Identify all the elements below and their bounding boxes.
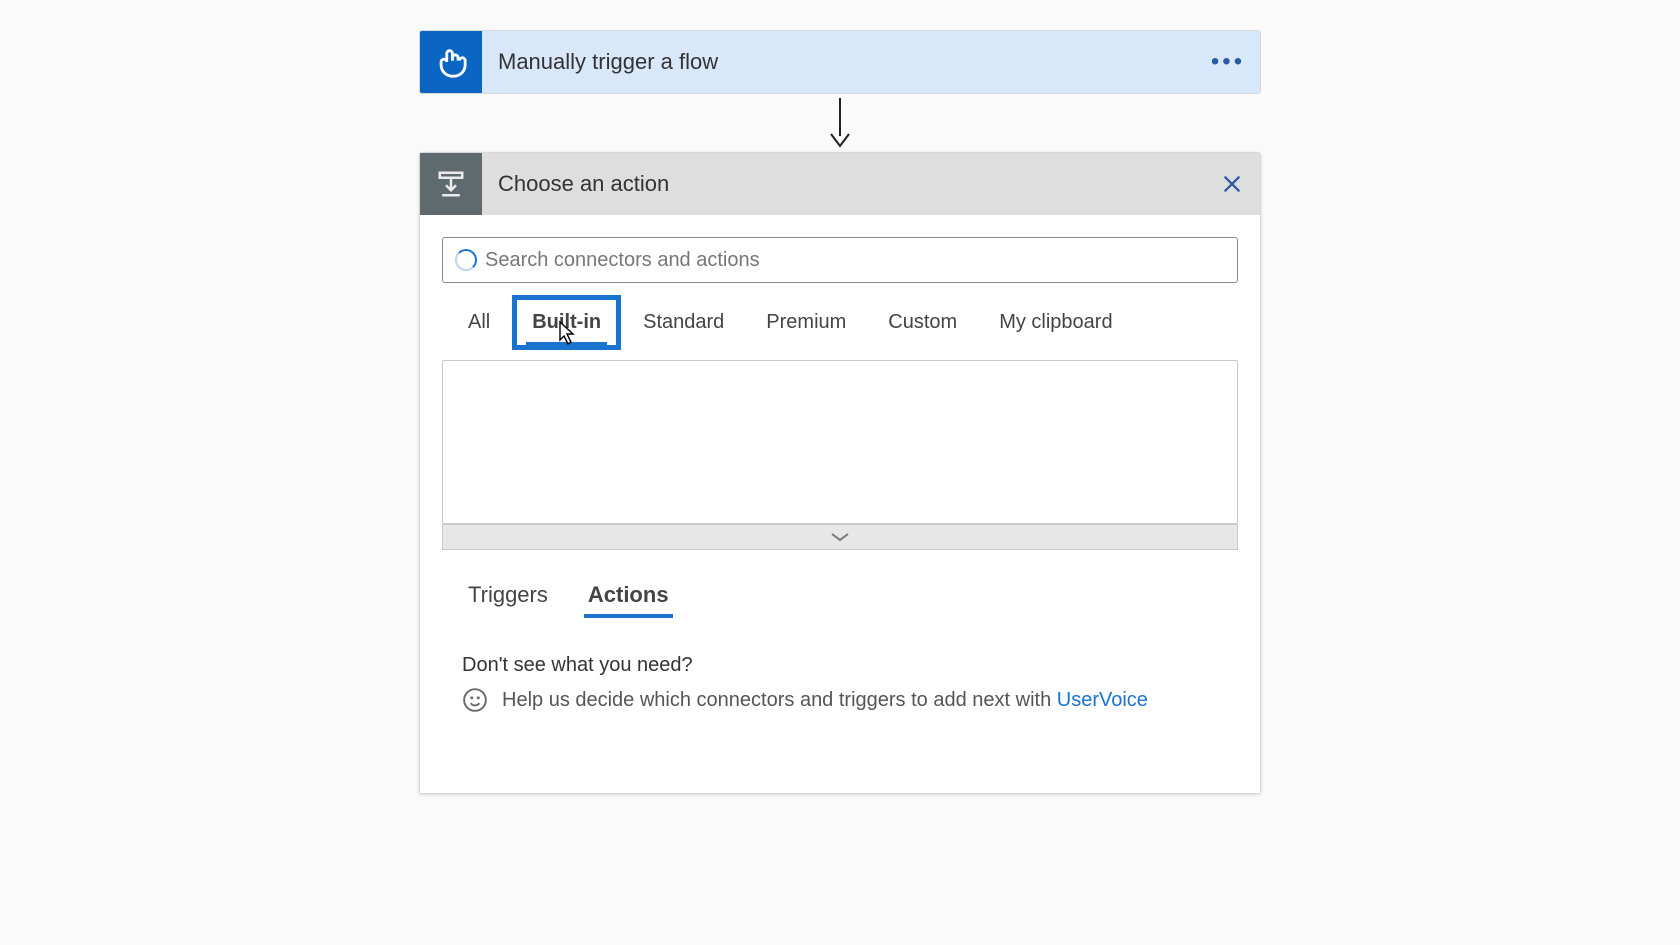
close-button[interactable]	[1204, 153, 1260, 215]
expand-connectors-button[interactable]	[442, 524, 1238, 550]
manual-trigger-icon	[420, 31, 482, 93]
tab-built-in-label: Built-in	[532, 311, 601, 333]
flow-designer-canvas: Manually trigger a flow ••• Choose an ac…	[0, 0, 1680, 945]
choose-action-card: Choose an action All Built-in Standard	[419, 152, 1261, 794]
need-help-text: Help us decide which connectors and trig…	[502, 689, 1148, 712]
choose-action-title: Choose an action	[482, 153, 1204, 215]
trigger-more-button[interactable]: •••	[1196, 31, 1260, 93]
tab-custom[interactable]: Custom	[882, 301, 963, 346]
choose-action-body: All Built-in Standard Premium Custom My …	[420, 215, 1260, 793]
uservoice-link[interactable]: UserVoice	[1057, 689, 1148, 711]
connector-list-area	[442, 360, 1238, 524]
smile-icon	[462, 687, 488, 713]
flow-arrow	[0, 94, 1680, 152]
tab-my-clipboard[interactable]: My clipboard	[993, 301, 1118, 346]
trigger-card[interactable]: Manually trigger a flow •••	[419, 30, 1261, 94]
choose-action-header: Choose an action	[420, 153, 1260, 215]
tab-triggers[interactable]: Triggers	[464, 574, 552, 618]
tab-actions[interactable]: Actions	[584, 574, 673, 618]
tab-premium[interactable]: Premium	[760, 301, 852, 346]
tab-built-in[interactable]: Built-in	[526, 301, 607, 346]
tab-standard[interactable]: Standard	[637, 301, 730, 346]
triggers-actions-tabs: Triggers Actions	[442, 574, 1238, 618]
need-help-prefix: Help us decide which connectors and trig…	[502, 689, 1057, 711]
need-help-block: Don't see what you need? Help us decide …	[442, 618, 1238, 793]
trigger-title: Manually trigger a flow	[482, 31, 1196, 93]
chevron-down-icon	[829, 530, 851, 544]
loading-spinner-icon	[455, 249, 477, 271]
search-input[interactable]	[479, 245, 1225, 276]
search-box[interactable]	[442, 237, 1238, 283]
need-help-row: Help us decide which connectors and trig…	[462, 687, 1218, 713]
connector-category-tabs: All Built-in Standard Premium Custom My …	[442, 301, 1238, 346]
need-help-title: Don't see what you need?	[462, 654, 1218, 677]
choose-action-icon	[420, 153, 482, 215]
tab-all[interactable]: All	[462, 301, 496, 346]
